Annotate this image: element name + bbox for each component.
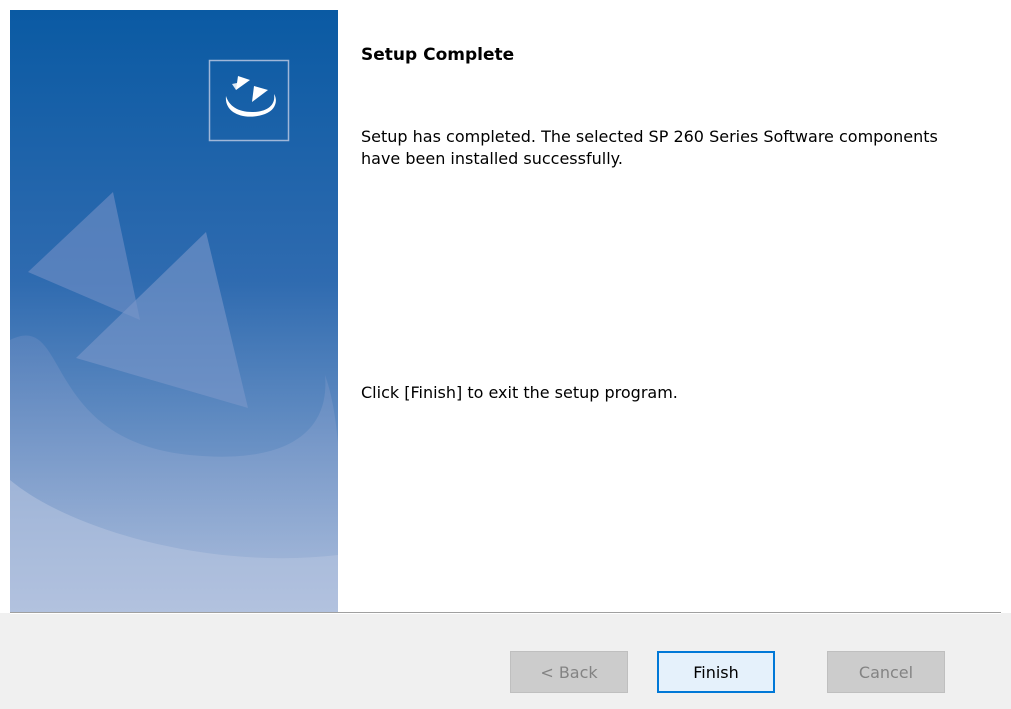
finish-instruction: Click [Finish] to exit the setup program… (361, 383, 678, 402)
completion-message: Setup has completed. The selected SP 260… (361, 127, 938, 168)
content-panel: Setup Complete (361, 44, 981, 66)
cancel-button[interactable]: Cancel (827, 651, 945, 693)
finish-button[interactable]: Finish (657, 651, 775, 693)
page-title: Setup Complete (361, 45, 515, 65)
back-button[interactable]: < Back (510, 651, 628, 693)
footer-divider-highlight (10, 613, 1001, 614)
setup-wizard-window: Setup Complete Setup has completed. The … (0, 0, 1011, 709)
wizard-banner-image (10, 10, 338, 613)
